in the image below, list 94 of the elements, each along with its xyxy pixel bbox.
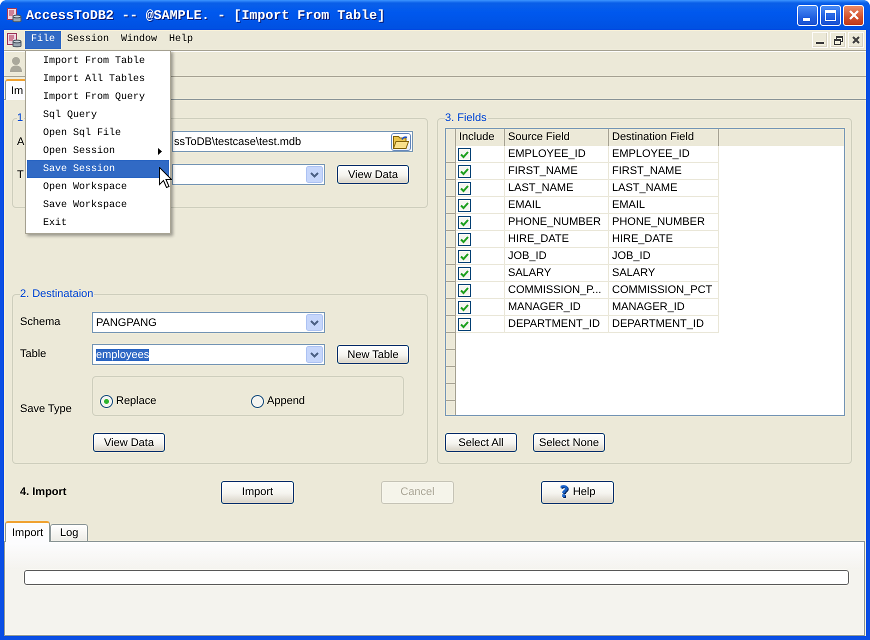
- close-icon: [848, 10, 858, 20]
- close-button[interactable]: [843, 4, 864, 26]
- table-cell: FIRST_NAME: [609, 163, 719, 180]
- menu-item[interactable]: Exit: [27, 214, 169, 232]
- group-title: 1: [17, 112, 24, 125]
- include-checkbox[interactable]: [458, 266, 471, 280]
- include-checkbox[interactable]: [458, 318, 471, 330]
- schema-combo[interactable]: PANGPANG: [92, 312, 325, 333]
- tab[interactable]: Im: [5, 79, 28, 100]
- maximize-button[interactable]: [820, 4, 841, 26]
- child-minimize-button[interactable]: [812, 32, 828, 48]
- field-label: T: [17, 168, 24, 180]
- menu-item[interactable]: Import From Query: [27, 88, 169, 106]
- maximize-icon: [825, 10, 836, 20]
- menu-item[interactable]: Open Sql File: [27, 124, 169, 142]
- table-cell: COMMISSION_PCT: [609, 282, 719, 299]
- field-label: A: [17, 136, 24, 148]
- table-cell: HIRE_DATE: [505, 231, 609, 248]
- table-cell: PHONE_NUMBER: [609, 214, 719, 231]
- field-label: Table: [20, 348, 48, 361]
- include-checkbox[interactable]: [458, 164, 471, 178]
- group-title: 2. Destinataion: [20, 288, 94, 301]
- column-header[interactable]: Include: [456, 129, 505, 146]
- menu-item[interactable]: Window: [115, 31, 164, 49]
- browse-button[interactable]: [391, 132, 411, 150]
- include-checkbox[interactable]: [458, 250, 471, 262]
- table-cell: JOB_ID: [505, 248, 609, 265]
- table-cell: PHONE_NUMBER: [505, 214, 609, 231]
- table-cell: FIRST_NAME: [505, 163, 609, 180]
- restore-icon: [834, 36, 842, 44]
- table-cell: HIRE_DATE: [609, 231, 719, 248]
- section-title: 4. Import: [20, 486, 68, 498]
- include-checkbox[interactable]: [458, 148, 471, 160]
- include-checkbox[interactable]: [458, 284, 471, 296]
- table-cell: SALARY: [505, 265, 609, 282]
- table-cell: EMAIL: [505, 197, 609, 214]
- table-cell: EMAIL: [609, 197, 719, 214]
- table-cell: COMMISSION_P...: [505, 282, 609, 299]
- group-title: 3. Fields: [445, 112, 488, 125]
- menu-item[interactable]: File: [25, 31, 62, 49]
- table-cell: JOB_ID: [609, 248, 719, 265]
- folder-icon: [393, 134, 409, 148]
- select-all-button[interactable]: Select All: [445, 433, 517, 452]
- table-cell: EMPLOYEE_ID: [505, 146, 609, 163]
- menu-item[interactable]: Import From Table: [27, 52, 169, 70]
- field-label: Save Type: [20, 403, 73, 416]
- tab[interactable]: Import: [5, 521, 50, 542]
- close-icon: [852, 36, 860, 44]
- path-field[interactable]: ssToDB\testcase\test.mdb: [172, 131, 413, 152]
- view-data-button[interactable]: View Data: [93, 433, 165, 452]
- table-cell: LAST_NAME: [505, 180, 609, 197]
- help-button[interactable]: ? Help: [541, 480, 614, 504]
- include-checkbox[interactable]: [458, 300, 471, 314]
- table-cell: MANAGER_ID: [505, 299, 609, 316]
- help-icon: ?: [560, 484, 569, 500]
- menu-item[interactable]: Session: [61, 31, 116, 49]
- include-checkbox[interactable]: [458, 232, 471, 246]
- menu-item[interactable]: Sql Query: [27, 106, 169, 124]
- view-data-button[interactable]: View Data: [337, 165, 409, 184]
- menu-item[interactable]: Save Workspace: [27, 196, 169, 214]
- table-cell: DEPARTMENT_ID: [505, 316, 609, 333]
- child-close-button[interactable]: [848, 32, 864, 48]
- app-icon[interactable]: [6, 32, 22, 48]
- menu-item[interactable]: Import All Tables: [27, 70, 169, 88]
- menu-item[interactable]: Open Session: [27, 142, 169, 160]
- table-cell: LAST_NAME: [609, 180, 719, 197]
- import-button[interactable]: Import: [221, 480, 294, 504]
- include-checkbox[interactable]: [458, 216, 471, 228]
- table-cell: EMPLOYEE_ID: [609, 146, 719, 163]
- dropdown-field[interactable]: [172, 164, 325, 185]
- menu-item[interactable]: Save Session: [27, 160, 169, 178]
- radio-button-icon[interactable]: [100, 395, 113, 408]
- table-cell: SALARY: [609, 265, 719, 282]
- menu-item[interactable]: Help: [163, 31, 200, 49]
- child-restore-button[interactable]: [830, 32, 846, 48]
- column-header[interactable]: Destination Field: [609, 129, 719, 146]
- field-label: Schema: [20, 316, 62, 329]
- radio-button-icon[interactable]: [251, 395, 264, 408]
- minimize-icon: [816, 42, 824, 44]
- new-table-button[interactable]: New Table: [337, 345, 409, 364]
- radio-option[interactable]: Append: [251, 395, 402, 408]
- include-checkbox[interactable]: [458, 198, 471, 212]
- table-cell: MANAGER_ID: [609, 299, 719, 316]
- radio-option[interactable]: Replace: [100, 395, 251, 408]
- app-icon: [6, 7, 22, 23]
- minimize-button[interactable]: [797, 4, 818, 26]
- include-checkbox[interactable]: [458, 182, 471, 194]
- table-cell: DEPARTMENT_ID: [609, 316, 719, 333]
- table-combo[interactable]: employees: [92, 344, 325, 365]
- column-header[interactable]: Source Field: [505, 129, 609, 146]
- window-title: AccessToDB2 -- @SAMPLE. - [Import From Table]: [26, 8, 386, 22]
- tab[interactable]: Log: [50, 524, 88, 541]
- select-none-button[interactable]: Select None: [533, 433, 605, 452]
- minimize-icon: [803, 18, 810, 20]
